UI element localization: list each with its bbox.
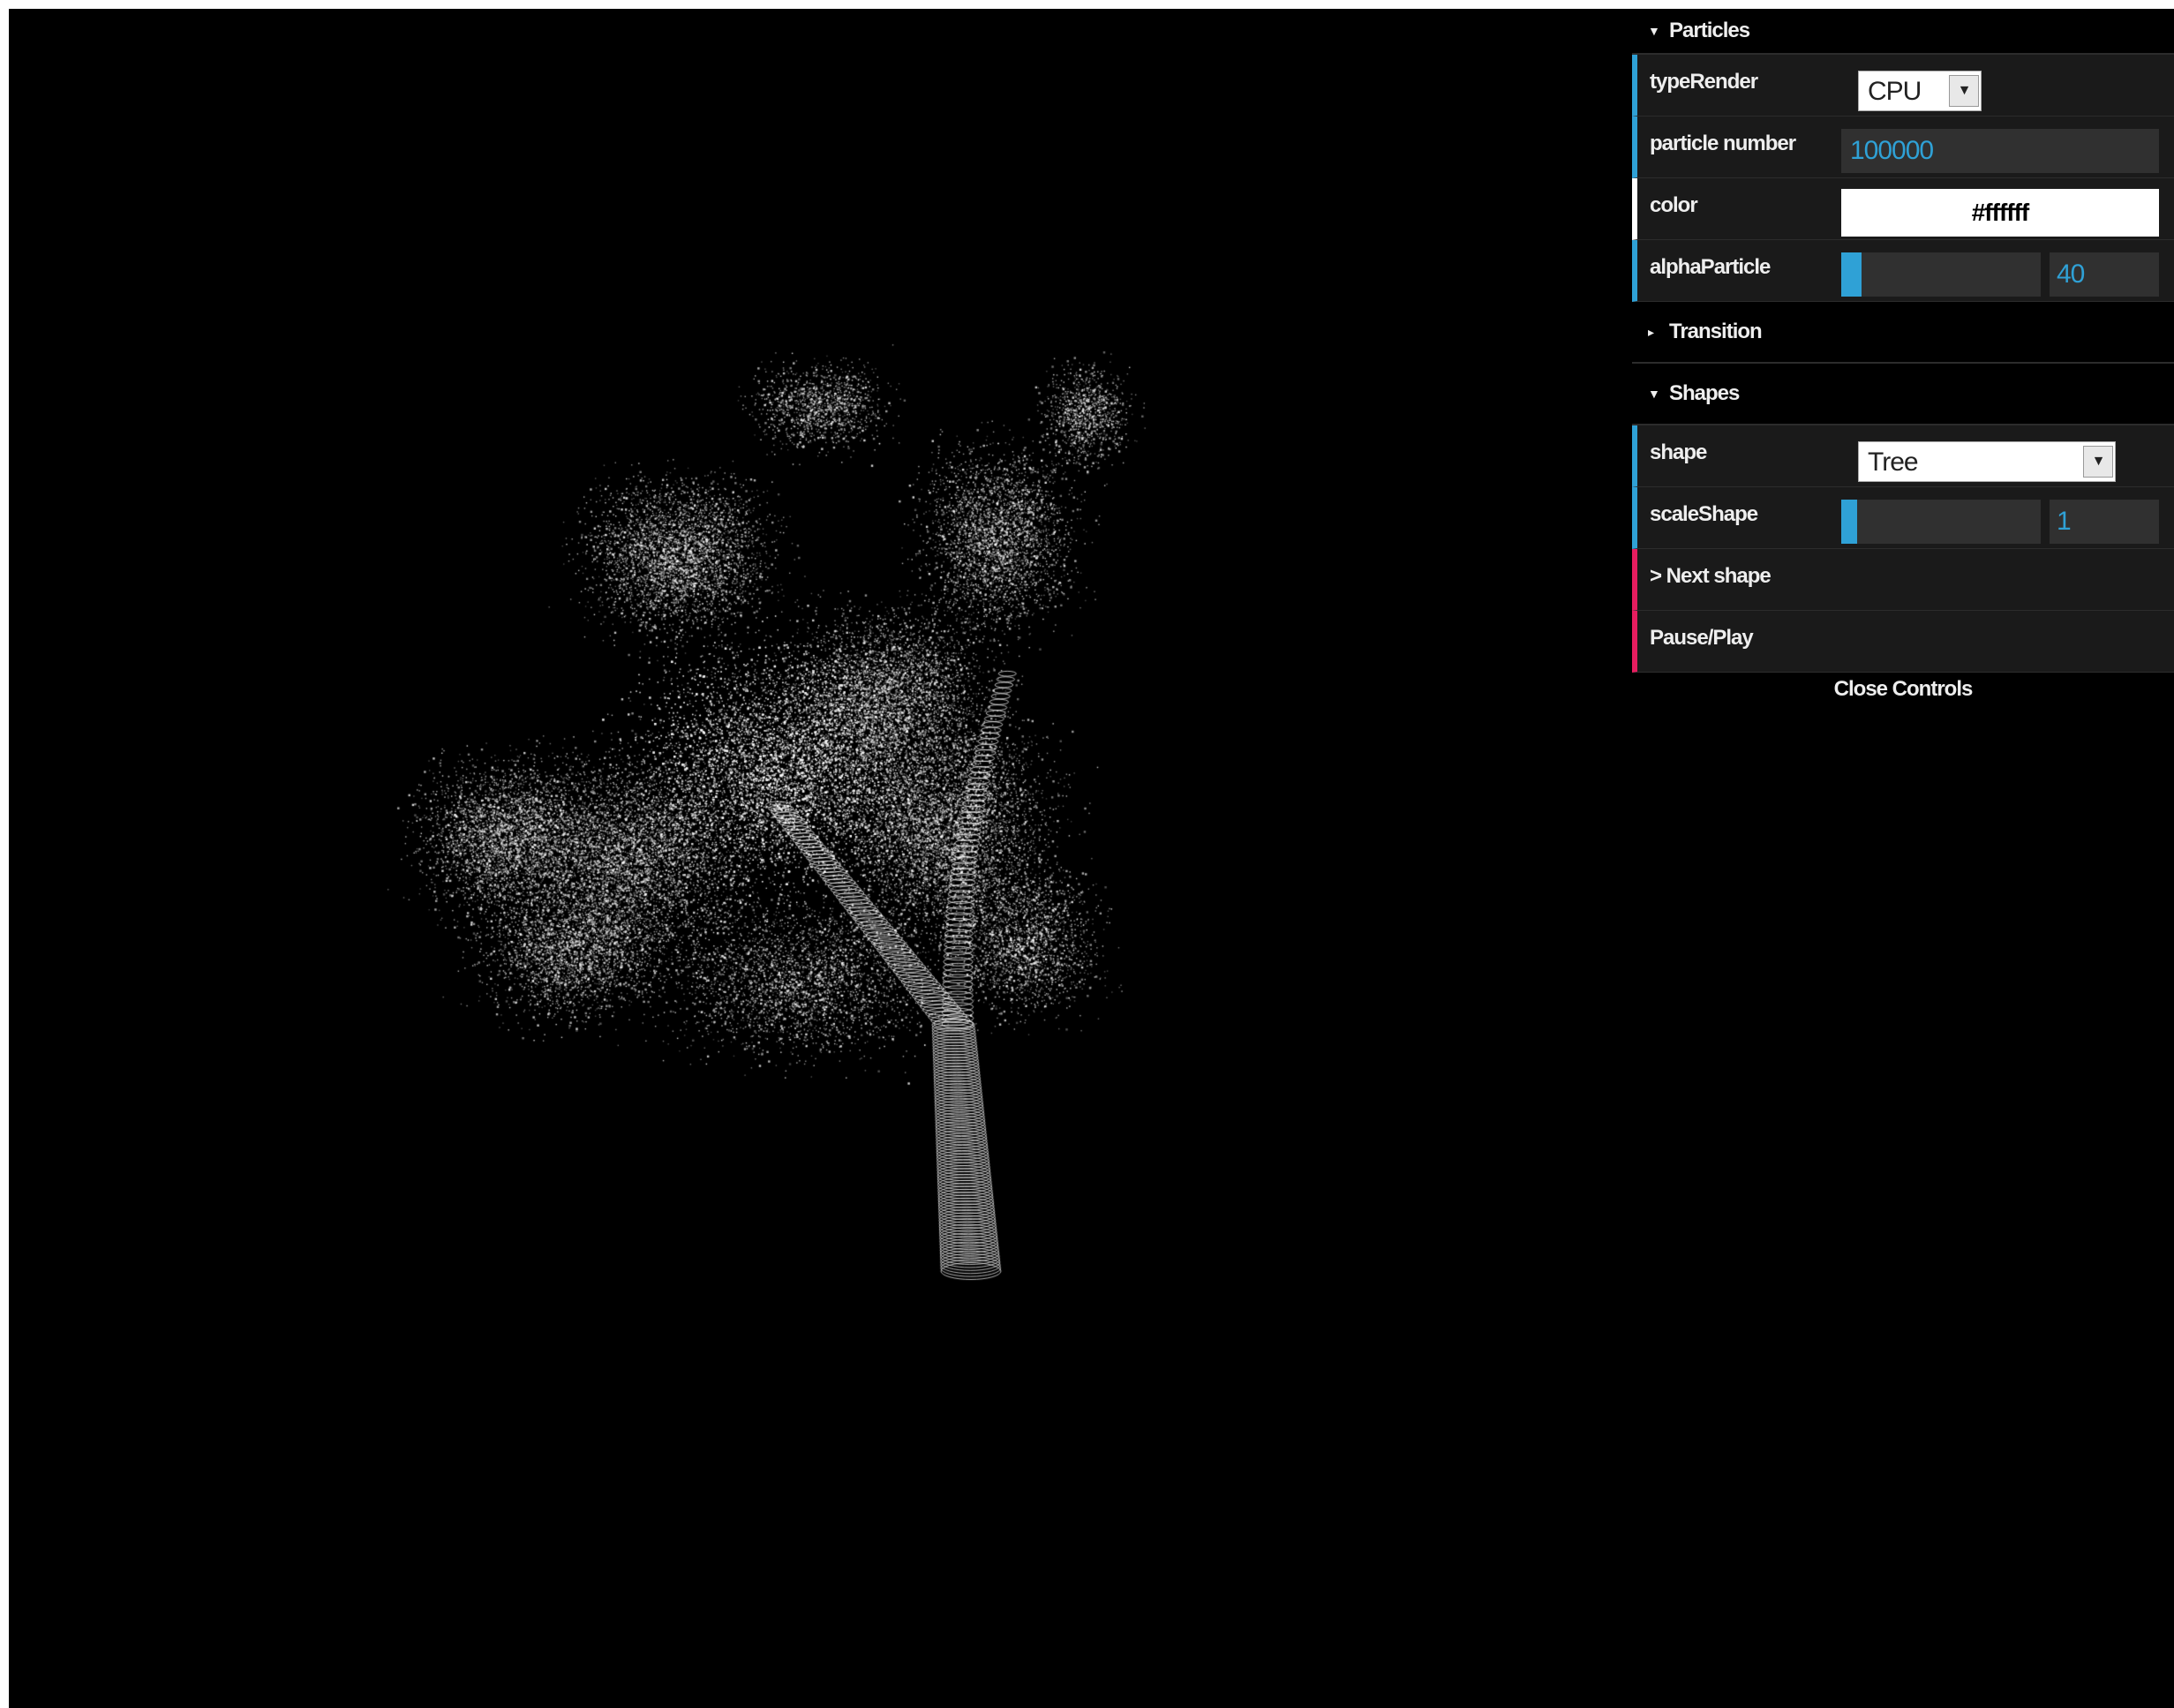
chevron-down-icon[interactable]: ▼ [1949, 75, 1979, 107]
close-controls-button[interactable]: Close Controls [1632, 673, 2174, 708]
chevron-down-icon[interactable]: ▼ [2083, 446, 2113, 478]
control-color: color #ffffff [1632, 178, 2174, 240]
next-shape-button[interactable]: > Next shape [1632, 549, 2174, 611]
typerender-select[interactable]: CPU ▼ [1858, 71, 1982, 111]
controls-panel: ▼ Particles typeRender CPU ▼ particle nu… [1632, 9, 2174, 708]
folder-shapes-title[interactable]: ▼ Shapes [1632, 364, 2174, 425]
color-input[interactable]: #ffffff [1841, 189, 2159, 237]
triangle-right-icon: ▸ [1648, 325, 1654, 339]
scale-shape-slider[interactable] [1841, 500, 2041, 544]
alpha-particle-slider-fill [1841, 252, 1862, 297]
control-shape: shape Tree ▼ [1632, 425, 2174, 487]
triangle-down-icon: ▼ [1648, 387, 1660, 401]
folder-transition-label: Transition [1669, 320, 1763, 343]
scale-shape-label: scaleShape [1650, 502, 1758, 526]
triangle-down-icon: ▼ [1648, 24, 1660, 38]
shape-select[interactable]: Tree ▼ [1858, 441, 2116, 482]
control-particle-number: particle number 100000 [1632, 117, 2174, 178]
particle-number-input[interactable]: 100000 [1841, 129, 2159, 173]
typerender-label: typeRender [1650, 70, 1758, 94]
control-alpha-particle: alphaParticle 40 [1632, 240, 2174, 302]
webgl-stage[interactable]: ▼ Particles typeRender CPU ▼ particle nu… [9, 9, 2174, 1708]
alpha-particle-slider[interactable] [1841, 252, 2041, 297]
folder-shapes-label: Shapes [1669, 381, 1740, 405]
typerender-value: CPU [1868, 77, 1922, 106]
particle-number-label: particle number [1650, 132, 1796, 155]
folder-particles-title[interactable]: ▼ Particles [1632, 9, 2174, 55]
color-label: color [1650, 193, 1698, 217]
folder-transition-title[interactable]: ▸ Transition [1632, 302, 2174, 364]
control-typerender: typeRender CPU ▼ [1632, 55, 2174, 117]
control-scale-shape: scaleShape 1 [1632, 487, 2174, 549]
shape-label: shape [1650, 440, 1707, 464]
scale-shape-input[interactable]: 1 [2050, 500, 2159, 544]
pause-play-label: Pause/Play [1650, 626, 1754, 650]
shape-value: Tree [1868, 448, 1919, 477]
alpha-particle-label: alphaParticle [1650, 255, 1771, 279]
pause-play-button[interactable]: Pause/Play [1632, 611, 2174, 673]
next-shape-label: > Next shape [1650, 564, 1772, 588]
alpha-particle-input[interactable]: 40 [2050, 252, 2159, 297]
folder-particles-label: Particles [1669, 19, 1750, 42]
scale-shape-slider-fill [1841, 500, 1858, 544]
